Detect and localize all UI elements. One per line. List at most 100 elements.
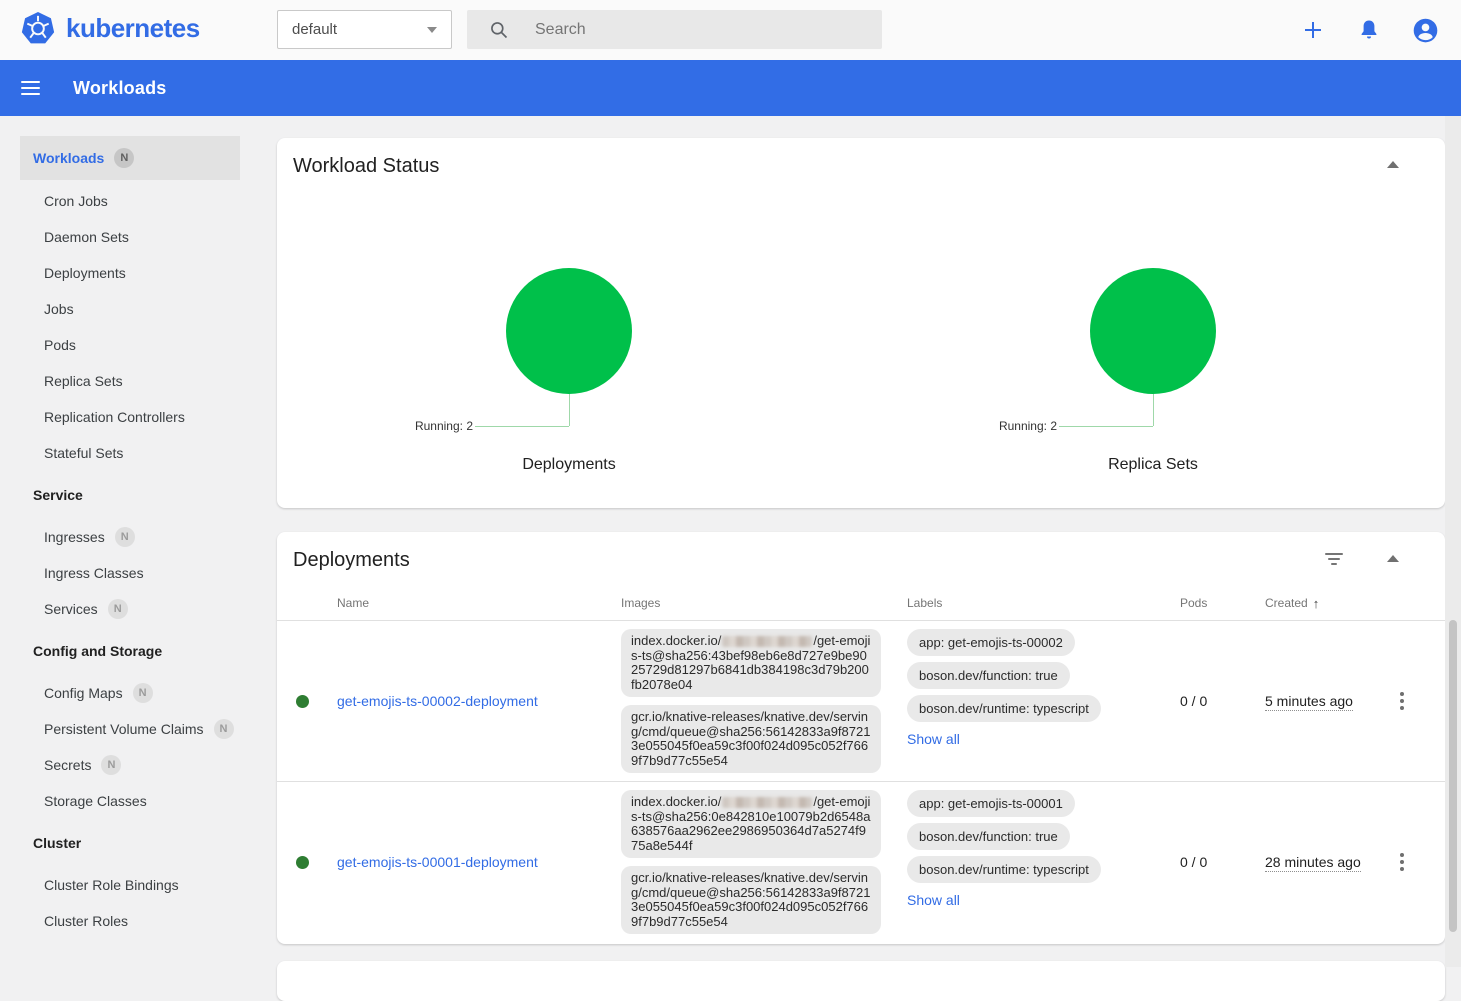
pie-callout-line: [1059, 426, 1153, 427]
search-icon: [489, 20, 509, 40]
kubernetes-logo[interactable]: kubernetes: [20, 11, 200, 46]
sidebar-item-label: Cluster Role Bindings: [44, 877, 179, 893]
kebab-menu-button[interactable]: [1396, 849, 1408, 875]
table-row: get-emojis-ts-00002-deployment index.dock…: [277, 621, 1445, 782]
deployments-card: Deployments Name Images Labels Pods Crea…: [277, 532, 1445, 944]
status-cell: [277, 695, 337, 708]
hamburger-icon: [21, 81, 40, 83]
sidebar-item-daemon-sets[interactable]: Daemon Sets: [20, 219, 240, 255]
status-running-icon: [296, 695, 309, 708]
filter-icon: [1325, 553, 1343, 555]
pods-value: 0 / 0: [1180, 693, 1207, 709]
sidebar-item-services[interactable]: ServicesN: [20, 591, 240, 627]
kebab-dot: [1400, 699, 1404, 703]
pie-callout-line: [569, 394, 570, 426]
kebab-dot: [1400, 860, 1404, 864]
new-badge: N: [115, 527, 135, 547]
pie-slice-label: Running: 2: [415, 419, 473, 433]
section-label: Cluster: [33, 835, 81, 851]
replica-sets-pie-chart: [1090, 268, 1216, 394]
sidebar-item-label: Pods: [44, 337, 76, 353]
column-header-pods[interactable]: Pods: [1174, 596, 1257, 610]
kebab-menu-button[interactable]: [1396, 688, 1408, 714]
sidebar-item-workloads[interactable]: WorkloadsN: [20, 136, 240, 180]
scrollbar-track: [1445, 116, 1461, 967]
sidebar-item-config-maps[interactable]: Config MapsN: [20, 675, 240, 711]
created-value: 5 minutes ago: [1265, 693, 1353, 711]
column-header-created[interactable]: Created ↑: [1257, 596, 1382, 611]
deployments-table-body: get-emojis-ts-00002-deployment index.dock…: [277, 621, 1445, 942]
sidebar-item-cluster-roles[interactable]: Cluster Roles: [20, 903, 240, 939]
sort-ascending-icon: ↑: [1313, 596, 1320, 611]
menu-button[interactable]: [21, 81, 45, 95]
workload-status-card: Workload Status Running: 2 Deployments: [277, 138, 1445, 508]
status-cell: [277, 856, 337, 869]
label-chip: boson.dev/function: true: [907, 662, 1070, 689]
image-text: gcr.io/knative-releases/knative.dev/serv…: [631, 870, 870, 929]
column-header-images[interactable]: Images: [614, 596, 899, 610]
pods-cell: 0 / 0: [1174, 693, 1257, 709]
image-text-prefix: index.docker.io/: [631, 633, 721, 648]
sidebar-section-config-and-storage: Config and Storage: [20, 633, 240, 669]
chart-title: Deployments: [277, 456, 861, 474]
sidebar-item-deployments[interactable]: Deployments: [20, 255, 240, 291]
sidebar-item-jobs[interactable]: Jobs: [20, 291, 240, 327]
sidebar-item-secrets[interactable]: SecretsN: [20, 747, 240, 783]
profile-button[interactable]: [1411, 16, 1439, 44]
sidebar-item-replication-controllers[interactable]: Replication Controllers: [20, 399, 240, 435]
deployment-name-link[interactable]: get-emojis-ts-00002-deployment: [337, 693, 538, 709]
column-header-created-label: Created: [1265, 596, 1308, 610]
sidebar-item-ingress-classes[interactable]: Ingress Classes: [20, 555, 240, 591]
collapse-arrow-icon[interactable]: [1387, 555, 1399, 562]
notifications-button[interactable]: [1355, 16, 1383, 44]
sidebar-item-label: Workloads: [33, 150, 104, 166]
table-row: get-emojis-ts-00001-deployment index.dock…: [277, 782, 1445, 942]
menu-cell: [1382, 688, 1445, 714]
sidebar-item-cron-jobs[interactable]: Cron Jobs: [20, 183, 240, 219]
name-cell: get-emojis-ts-00001-deployment: [337, 854, 614, 870]
main-content: Workload Status Running: 2 Deployments: [260, 116, 1461, 1001]
redacted-text: [722, 636, 812, 647]
account-circle-icon: [1412, 17, 1439, 44]
image-chip: index.docker.io//get-emojis-ts@sha256:0e…: [621, 790, 881, 858]
deployments-title: Deployments: [277, 532, 1445, 572]
sidebar-item-label: Cluster Roles: [44, 913, 128, 929]
deployment-name-link[interactable]: get-emojis-ts-00001-deployment: [337, 854, 538, 870]
sidebar-item-pods[interactable]: Pods: [20, 327, 240, 363]
sidebar-item-cluster-role-bindings[interactable]: Cluster Role Bindings: [20, 867, 240, 903]
section-label: Service: [33, 487, 83, 503]
status-charts: Running: 2 Deployments Running: 2 Replic…: [277, 188, 1445, 488]
created-cell: 28 minutes ago: [1257, 854, 1382, 870]
sidebar-item-stateful-sets[interactable]: Stateful Sets: [20, 435, 240, 471]
sidebar-section-cluster: Cluster: [20, 825, 240, 861]
chart-title: Replica Sets: [861, 456, 1445, 474]
top-header: kubernetes default: [0, 0, 1461, 60]
column-header-labels[interactable]: Labels: [899, 596, 1174, 610]
collapse-arrow-icon[interactable]: [1387, 161, 1399, 168]
show-all-link[interactable]: Show all: [907, 892, 960, 908]
filter-button[interactable]: [1325, 553, 1343, 565]
header-actions: [1299, 0, 1439, 60]
namespace-selector[interactable]: default: [277, 10, 452, 49]
sidebar-item-replica-sets[interactable]: Replica Sets: [20, 363, 240, 399]
name-cell: get-emojis-ts-00002-deployment: [337, 693, 614, 709]
kebab-dot: [1400, 692, 1404, 696]
sidebar-item-label: Jobs: [44, 301, 74, 317]
sidebar-item-storage-classes[interactable]: Storage Classes: [20, 783, 240, 819]
column-header-name[interactable]: Name: [337, 596, 614, 610]
content-area: WorkloadsNCron JobsDaemon SetsDeployment…: [0, 116, 1461, 1001]
app-bar: Workloads: [0, 60, 1461, 116]
sidebar-item-ingresses[interactable]: IngressesN: [20, 519, 240, 555]
sidebar-item-persistent-volume-claims[interactable]: Persistent Volume ClaimsN: [20, 711, 240, 747]
pie-slice-label: Running: 2: [999, 419, 1057, 433]
scrollbar-thumb[interactable]: [1449, 620, 1457, 932]
kubernetes-dashboard: kubernetes default: [0, 0, 1461, 1001]
sidebar-item-label: Secrets: [44, 757, 91, 773]
pods-cell: 0 / 0: [1174, 854, 1257, 870]
show-all-link[interactable]: Show all: [907, 731, 960, 747]
sidebar-nav: WorkloadsNCron JobsDaemon SetsDeployment…: [0, 116, 260, 1001]
create-button[interactable]: [1299, 16, 1327, 44]
label-chip: boson.dev/runtime: typescript: [907, 695, 1101, 722]
pie-callout-line: [475, 426, 569, 427]
search-input[interactable]: [533, 20, 882, 40]
